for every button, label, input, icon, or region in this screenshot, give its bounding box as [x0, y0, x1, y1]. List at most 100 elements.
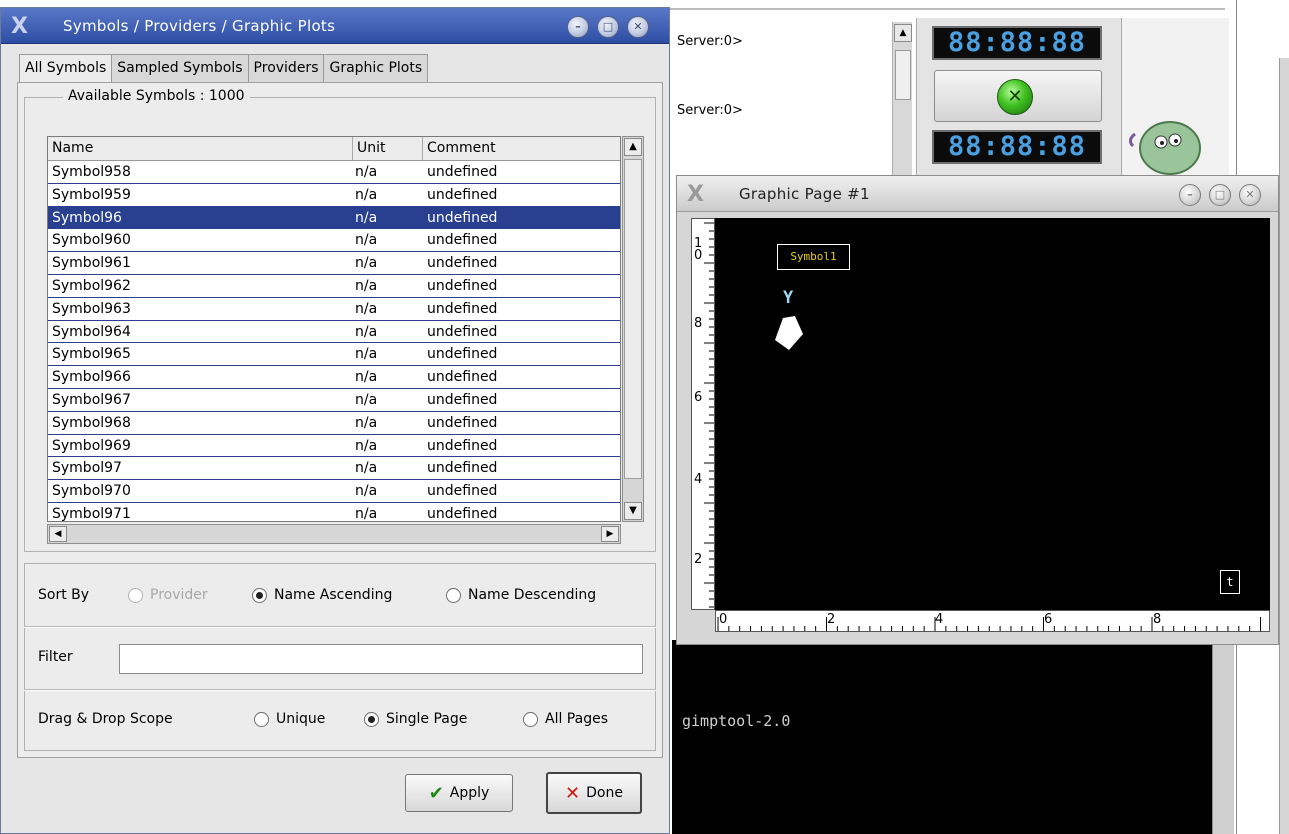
table-row[interactable]: Symbol971 n/a undefined [48, 503, 620, 522]
minimize-icon[interactable]: – [1179, 184, 1201, 206]
plot-canvas[interactable]: Symbol1 Y t [715, 218, 1270, 610]
symbol-unit-cell: n/a [355, 300, 378, 317]
scope-all-pages-option[interactable]: All Pages [523, 711, 608, 727]
maximize-icon[interactable]: □ [1209, 184, 1231, 206]
done-button[interactable]: ✕ Done [546, 772, 642, 814]
radio-unique[interactable] [254, 711, 269, 727]
horizontal-ruler: 0 2 4 6 8 [715, 610, 1270, 632]
radio-provider [128, 587, 143, 603]
graphic-page-titlebar[interactable]: X Graphic Page #1 – □ ✕ [677, 176, 1278, 212]
symbol-comment-cell: undefined [427, 460, 498, 477]
table-row[interactable]: Symbol961 n/a undefined [48, 252, 620, 275]
symbol-comment-cell: undefined [427, 414, 498, 431]
separator [24, 689, 656, 691]
table-row[interactable]: Symbol965 n/a undefined [48, 343, 620, 367]
y-ruler-label: 4 [694, 472, 703, 487]
table-vertical-scrollbar[interactable]: ▲ ▼ [622, 136, 644, 522]
sort-name-descending-option[interactable]: Name Descending [446, 587, 596, 603]
symbol-label-box[interactable]: Symbol1 [777, 244, 850, 270]
available-symbols-group: Available Symbols : 1000 Name Unit Comme… [24, 88, 656, 552]
y-ruler-label: 6 [694, 390, 703, 405]
maximize-icon[interactable]: □ [597, 16, 619, 38]
start-button[interactable]: ✕ [934, 70, 1102, 122]
scroll-thumb[interactable] [895, 50, 911, 100]
table-row[interactable]: Symbol964 n/a undefined [48, 321, 620, 344]
symbols-table[interactable]: Name Unit Comment Symbol958 n/a undefined S… [47, 136, 621, 522]
y-ruler-label: 0 [694, 248, 703, 263]
filter-input[interactable] [119, 644, 643, 674]
scroll-thumb[interactable] [624, 159, 642, 479]
table-row[interactable]: Symbol966 n/a undefined [48, 366, 620, 389]
sort-name-ascending-label: Name Ascending [274, 587, 393, 603]
symbol-unit-cell: n/a [355, 209, 378, 226]
filter-label: Filter [38, 649, 73, 665]
scroll-left-arrow-icon[interactable]: ◀ [49, 526, 67, 542]
symbol-unit-cell: n/a [355, 186, 378, 203]
tab-graphic-plots[interactable]: Graphic Plots [323, 54, 429, 82]
tab-bar: All Symbols Sampled Symbols Providers Gr… [19, 54, 429, 84]
table-row[interactable]: Symbol969 n/a undefined [48, 435, 620, 458]
sort-name-ascending-option[interactable]: Name Ascending [252, 587, 392, 603]
close-icon[interactable]: ✕ [1239, 184, 1261, 206]
table-row[interactable]: Symbol959 n/a undefined [48, 184, 620, 207]
dialog-titlebar[interactable]: X Symbols / Providers / Graphic Plots – … [1, 8, 669, 44]
table-row[interactable]: Symbol960 n/a undefined [48, 229, 620, 253]
available-symbols-label: Available Symbols : 1000 [63, 88, 250, 104]
radio-name-descending[interactable] [446, 587, 461, 603]
graphic-page-window: X Graphic Page #1 – □ ✕ 1 0 8 6 4 2 Symb… [676, 175, 1279, 645]
symbol-comment-cell: undefined [427, 437, 498, 454]
symbol-comment-cell: undefined [427, 346, 498, 363]
table-row[interactable]: Symbol962 n/a undefined [48, 275, 620, 298]
table-row[interactable]: Symbol963 n/a undefined [48, 298, 620, 321]
scope-single-page-option[interactable]: Single Page [364, 711, 467, 727]
y-marker: Y [783, 288, 794, 308]
apply-button[interactable]: ✔ Apply [405, 774, 513, 812]
symbol-unit-cell: n/a [355, 164, 378, 180]
scroll-up-arrow-icon[interactable]: ▲ [894, 24, 912, 42]
table-row[interactable]: Symbol968 n/a undefined [48, 412, 620, 435]
x-window-icon: X [687, 182, 704, 207]
octopus-mascot-icon [1128, 121, 1201, 175]
table-row[interactable]: Symbol96 n/a undefined [48, 206, 620, 230]
symbol-comment-cell: undefined [427, 505, 498, 522]
tab-providers[interactable]: Providers [247, 54, 325, 82]
tab-all-symbols[interactable]: All Symbols [19, 54, 113, 84]
terminal-scrollbar[interactable] [1212, 640, 1234, 834]
x-ruler-label: 4 [935, 612, 944, 627]
symbol-unit-cell: n/a [355, 255, 378, 272]
server-scrollbar[interactable]: ▲ [892, 22, 912, 182]
table-row[interactable]: Symbol967 n/a undefined [48, 389, 620, 412]
horizontal-ruler-ticks [717, 617, 1261, 631]
symbol-name-cell: Symbol964 [52, 323, 131, 340]
dialog-title: Symbols / Providers / Graphic Plots [63, 17, 336, 35]
column-header-name[interactable]: Name [48, 137, 353, 160]
lcd-clock-top: 88:88:88 [932, 26, 1102, 60]
radio-all-pages[interactable] [523, 711, 538, 727]
radio-name-ascending[interactable] [252, 587, 267, 603]
scroll-right-arrow-icon[interactable]: ▶ [601, 526, 619, 542]
green-go-icon: ✕ [997, 79, 1033, 115]
table-row[interactable]: Symbol958 n/a undefined [48, 161, 620, 184]
scope-unique-option[interactable]: Unique [254, 711, 325, 727]
symbol-name-cell: Symbol958 [52, 164, 131, 180]
tab-sampled-symbols[interactable]: Sampled Symbols [111, 54, 249, 82]
drag-drop-scope-label: Drag & Drop Scope [38, 711, 173, 727]
symbol-name-cell: Symbol97 [52, 460, 122, 477]
column-header-unit[interactable]: Unit [353, 137, 423, 160]
close-icon[interactable]: ✕ [627, 16, 649, 38]
symbol-name-cell: Symbol970 [52, 483, 131, 500]
minimize-icon[interactable]: – [567, 16, 589, 38]
table-row[interactable]: Symbol970 n/a undefined [48, 480, 620, 503]
table-body: Symbol958 n/a undefined Symbol959 n/a undefin… [48, 161, 620, 522]
sort-name-descending-label: Name Descending [468, 587, 597, 603]
column-header-comment[interactable]: Comment [423, 137, 620, 160]
symbol-name-cell: Symbol962 [52, 277, 131, 294]
t-marker: t [1220, 570, 1240, 594]
radio-single-page[interactable] [364, 711, 379, 727]
table-horizontal-scrollbar[interactable]: ◀ ▶ [47, 524, 621, 544]
symbol-unit-cell: n/a [355, 414, 378, 431]
scroll-up-arrow-icon[interactable]: ▲ [624, 138, 642, 156]
plot-shape [775, 316, 803, 350]
table-row[interactable]: Symbol97 n/a undefined [48, 457, 620, 481]
scroll-down-arrow-icon[interactable]: ▼ [624, 502, 642, 520]
